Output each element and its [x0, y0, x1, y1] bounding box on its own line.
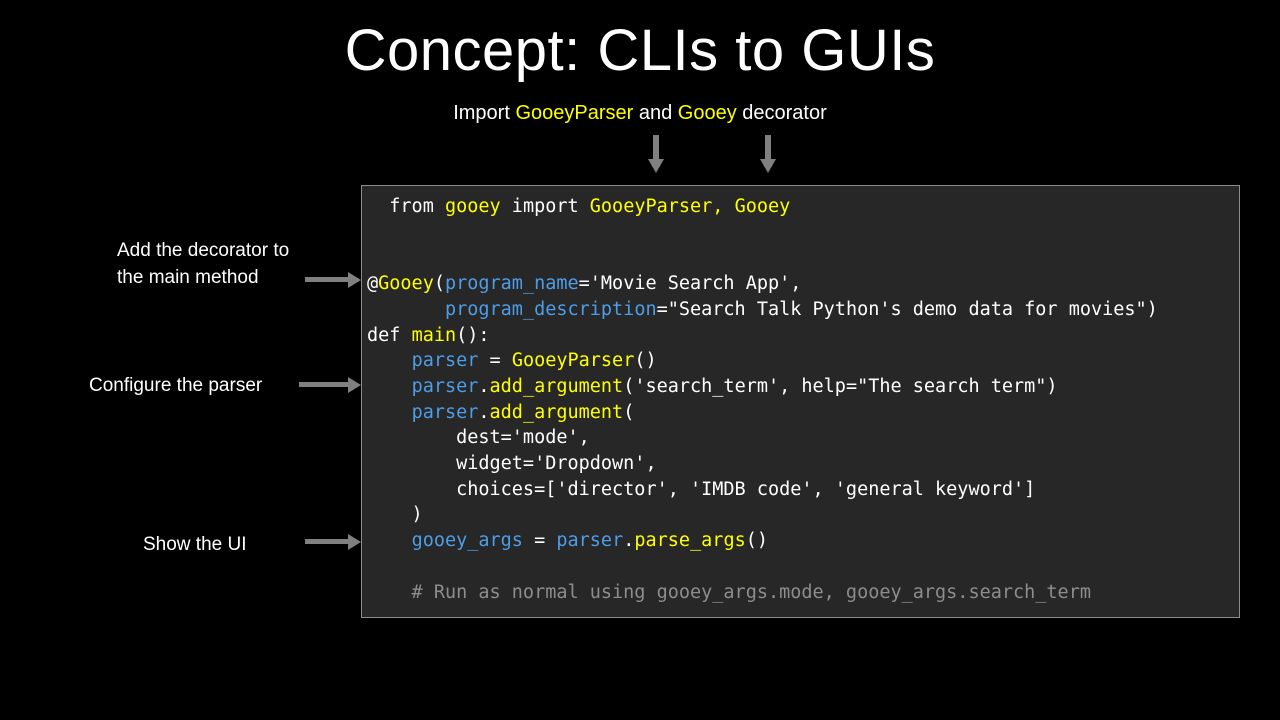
code-token: GooeyParser, Gooey — [589, 196, 791, 217]
code-token: @ — [367, 273, 379, 295]
callout-highlight-gooey: Gooey — [677, 102, 737, 124]
code-token: . — [623, 530, 635, 552]
callout-prefix: Import — [453, 102, 516, 124]
down-arrow-icon-gooeyparser — [645, 135, 667, 173]
code-token: ('search_term', help="The search term") — [623, 375, 1058, 397]
code-token: () — [634, 350, 657, 372]
annotation-add-decorator: Add the decorator to the main method — [117, 240, 290, 288]
code-token: from — [367, 196, 445, 217]
code-token: def — [367, 324, 412, 346]
down-arrow-icon-gooey — [757, 135, 779, 173]
code-token: parser — [411, 350, 479, 372]
arrow-shaft — [765, 135, 771, 161]
code-token: ) — [367, 504, 423, 526]
code-token: choices=['director', 'IMDB code', 'gener… — [367, 478, 1036, 500]
code-token: program_description — [444, 298, 657, 320]
callout-suffix: decorator — [736, 102, 827, 124]
callout-middle: and — [633, 102, 678, 124]
code-token: widget='Dropdown', — [367, 453, 657, 475]
code-token: gooey — [444, 196, 501, 217]
page-title: Concept: CLIs to GUIs — [344, 18, 936, 83]
arrow-shaft — [299, 382, 349, 387]
code-token: dest='mode', — [367, 427, 590, 449]
code-token: . — [478, 375, 490, 397]
code-token: Gooey — [378, 273, 434, 295]
callout-highlight-gooeyparser: GooeyParser — [515, 102, 634, 124]
arrow-head — [348, 272, 361, 288]
code-token: parser — [411, 375, 479, 397]
arrow-head — [348, 377, 361, 393]
code-token: program_name — [444, 273, 579, 295]
arrow-shaft — [305, 539, 349, 544]
code-token: ( — [623, 401, 635, 423]
code-token: GooeyParser — [511, 350, 635, 372]
python-code-block: from gooey import GooeyParser, Gooey @Go… — [367, 194, 1158, 605]
right-arrow-icon-parser — [299, 377, 361, 393]
code-token: add_argument — [489, 375, 624, 397]
right-arrow-icon-show-ui — [305, 534, 361, 550]
arrow-head — [348, 534, 361, 550]
arrow-shaft — [305, 277, 349, 282]
annotation-configure-parser: Configure the parser — [89, 375, 263, 396]
code-token: gooey_args — [411, 530, 523, 552]
code-token: add_argument — [489, 401, 624, 423]
code-token: parser — [556, 530, 624, 552]
code-panel: from gooey import GooeyParser, Gooey @Go… — [361, 185, 1240, 618]
arrow-head — [648, 159, 664, 173]
annotation-show-ui: Show the UI — [143, 534, 247, 555]
code-token: parser — [411, 401, 479, 423]
code-token: import — [500, 196, 590, 217]
code-token: # Run as normal using gooey_args.mode, g… — [367, 581, 1091, 603]
code-token: ( — [433, 273, 445, 295]
code-token: = — [478, 350, 512, 372]
code-token: ='Movie Search App', — [578, 273, 802, 295]
arrow-shaft — [653, 135, 659, 161]
code-token: parse_args — [634, 530, 746, 552]
code-token: () — [745, 530, 769, 552]
code-token: . — [478, 401, 490, 423]
code-token: (): — [456, 324, 490, 346]
arrow-head — [760, 159, 776, 173]
code-token: = — [522, 530, 557, 552]
import-callout-text: Import GooeyParser and Gooey decorator — [0, 102, 1280, 125]
code-token: ="Search Talk Python's demo data for mov… — [656, 298, 1158, 320]
right-arrow-icon-decorator — [305, 272, 361, 288]
code-token: main — [411, 324, 457, 346]
